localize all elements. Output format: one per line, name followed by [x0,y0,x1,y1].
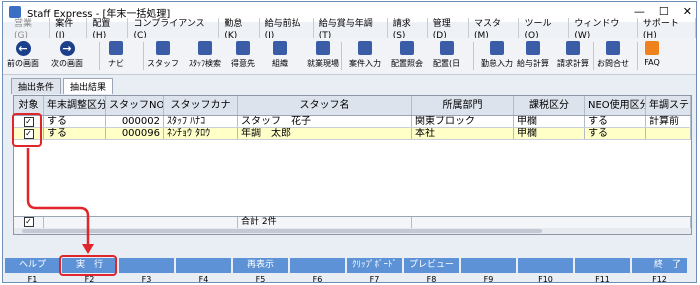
annotation-arrow-icon [26,148,94,254]
